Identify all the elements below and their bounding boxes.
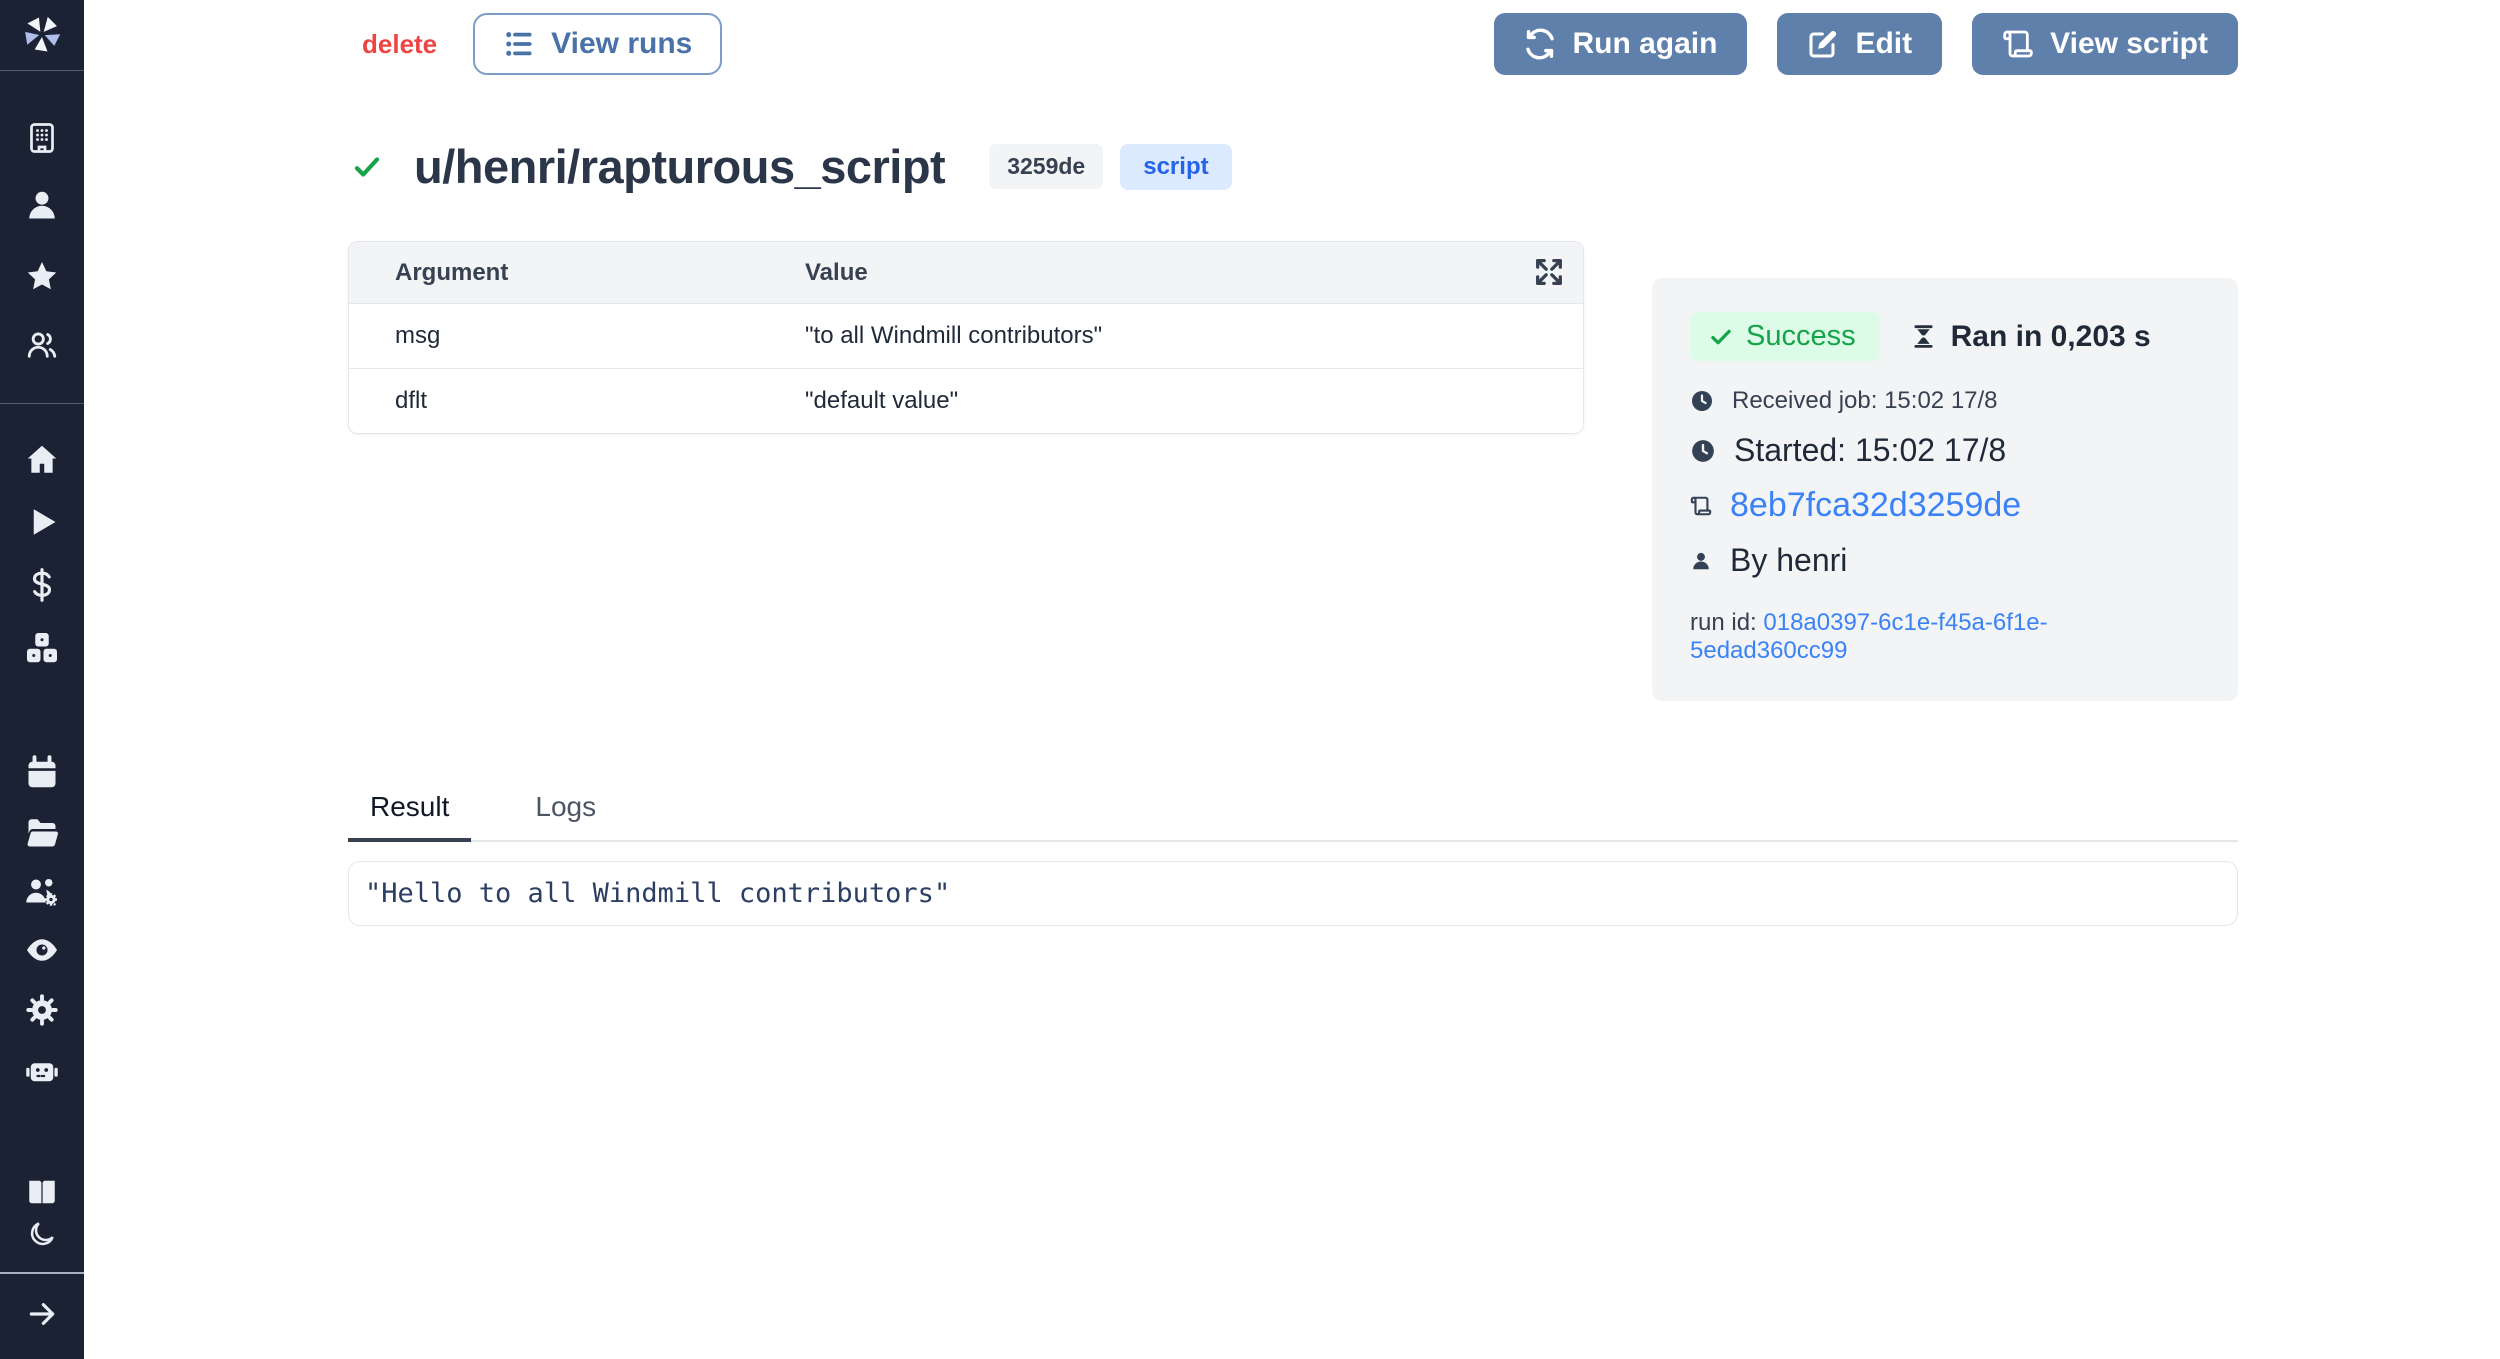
- scroll-icon: [2002, 28, 2034, 60]
- edit-label: Edit: [1855, 27, 1912, 61]
- success-check-icon: [352, 152, 382, 182]
- users-gear-icon: [24, 874, 60, 910]
- status-label: Success: [1746, 320, 1856, 353]
- sidebar-item-audit-logs[interactable]: [0, 932, 84, 968]
- maximize-icon: [1532, 255, 1566, 289]
- tab-logs[interactable]: Logs: [513, 791, 618, 842]
- clock-icon: [1690, 438, 1716, 464]
- building-icon: [24, 120, 60, 156]
- windmill-logo[interactable]: [0, 10, 84, 56]
- result-output: "Hello to all Windmill contributors": [348, 861, 2238, 926]
- users-icon: [24, 327, 60, 363]
- table-row: dflt "default value": [349, 368, 1583, 433]
- sidebar-divider: [0, 70, 84, 71]
- run-id-row: run id: 018a0397-6c1e-f45a-6f1e-5edad360…: [1690, 609, 2200, 665]
- robot-icon: [24, 1052, 60, 1088]
- sidebar-item-user[interactable]: [0, 187, 84, 223]
- sidebar-collapse-toggle[interactable]: [0, 1298, 84, 1330]
- started-row: Started: 15:02 17/8: [1690, 432, 2200, 469]
- sidebar-item-home[interactable]: [0, 442, 84, 478]
- title-row: u/henri/rapturous_script 3259de script: [348, 139, 2238, 194]
- job-status-panel: Success Ran in 0,203 s Rec: [1652, 278, 2238, 701]
- view-runs-button[interactable]: View runs: [473, 13, 722, 75]
- calendar-icon: [24, 755, 60, 791]
- boxes-icon: [24, 630, 60, 666]
- header-actions: delete View runs Run again: [348, 13, 2238, 75]
- book-open-icon: [24, 1174, 60, 1210]
- script-hash-row: 8eb7fca32d3259de: [1690, 486, 2200, 525]
- view-script-label: View script: [2050, 27, 2208, 61]
- gear-icon: [24, 992, 60, 1028]
- script-hash-link[interactable]: 8eb7fca32d3259de: [1730, 486, 2021, 525]
- arguments-table: Argument Value msg "to all Windmill cont…: [348, 241, 1584, 434]
- script-type-badge: script: [1120, 144, 1231, 190]
- table-row: msg "to all Windmill contributors": [349, 303, 1583, 368]
- sidebar-item-docs[interactable]: [0, 1174, 84, 1210]
- column-header-value: Value: [805, 259, 1583, 287]
- column-header-argument: Argument: [349, 259, 805, 287]
- received-label: Received job: 15:02 17/8: [1732, 387, 1998, 415]
- run-id-label: run id:: [1690, 609, 1763, 636]
- arrow-right-icon: [26, 1298, 58, 1330]
- delete-link[interactable]: delete: [362, 29, 437, 60]
- sidebar-item-workspace[interactable]: [0, 120, 84, 156]
- tab-result[interactable]: Result: [348, 791, 471, 842]
- argument-value: "to all Windmill contributors": [805, 322, 1583, 350]
- table-header: Argument Value: [349, 242, 1583, 303]
- expand-table-button[interactable]: [1531, 255, 1567, 291]
- refresh-icon: [1524, 28, 1556, 60]
- star-icon: [24, 259, 60, 295]
- user-icon: [1690, 550, 1712, 572]
- user-icon: [24, 187, 60, 223]
- received-row: Received job: 15:02 17/8: [1690, 387, 2200, 415]
- sidebar-item-groups[interactable]: [0, 327, 84, 363]
- sidebar-item-runs[interactable]: [0, 504, 84, 540]
- run-again-button[interactable]: Run again: [1494, 13, 1747, 75]
- sidebar-item-folders[interactable]: [0, 814, 84, 850]
- duration-label: Ran in 0,203 s: [1951, 320, 2151, 354]
- sidebar-item-workers[interactable]: [0, 874, 84, 910]
- by-label: By henri: [1730, 542, 1847, 579]
- dollar-icon: [24, 567, 60, 603]
- sidebar: [0, 0, 84, 1359]
- edit-icon: [1807, 28, 1839, 60]
- argument-name: msg: [349, 322, 805, 350]
- sidebar-item-favorites[interactable]: [0, 259, 84, 295]
- main-content: delete View runs Run again: [348, 0, 2238, 926]
- sidebar-divider: [0, 1272, 84, 1274]
- sidebar-item-variables[interactable]: [0, 567, 84, 603]
- folder-open-icon: [24, 814, 60, 850]
- sidebar-item-resources[interactable]: [0, 630, 84, 666]
- sidebar-item-openai[interactable]: [0, 1052, 84, 1088]
- sidebar-item-theme-toggle[interactable]: [0, 1219, 84, 1249]
- run-again-label: Run again: [1572, 27, 1717, 61]
- argument-value: "default value": [805, 387, 1583, 415]
- home-icon: [24, 442, 60, 478]
- page-title: u/henri/rapturous_script: [414, 139, 945, 194]
- hourglass-icon: [1910, 323, 1937, 350]
- hash-badge: 3259de: [989, 144, 1103, 189]
- view-script-button[interactable]: View script: [1972, 13, 2238, 75]
- eye-icon: [24, 932, 60, 968]
- scroll-icon: [1690, 495, 1712, 517]
- argument-name: dflt: [349, 387, 805, 415]
- sidebar-divider: [0, 403, 84, 404]
- started-label: Started: 15:02 17/8: [1734, 432, 2006, 469]
- sidebar-item-schedules[interactable]: [0, 755, 84, 791]
- edit-button[interactable]: Edit: [1777, 13, 1942, 75]
- list-icon: [503, 28, 535, 60]
- play-icon: [24, 504, 60, 540]
- sidebar-item-settings[interactable]: [0, 992, 84, 1028]
- check-icon: [1708, 324, 1734, 350]
- moon-icon: [27, 1219, 57, 1249]
- status-badge: Success: [1690, 312, 1880, 361]
- view-runs-label: View runs: [551, 27, 692, 61]
- result-tabs: Result Logs: [348, 791, 2238, 842]
- clock-icon: [1690, 389, 1714, 413]
- by-row: By henri: [1690, 542, 2200, 579]
